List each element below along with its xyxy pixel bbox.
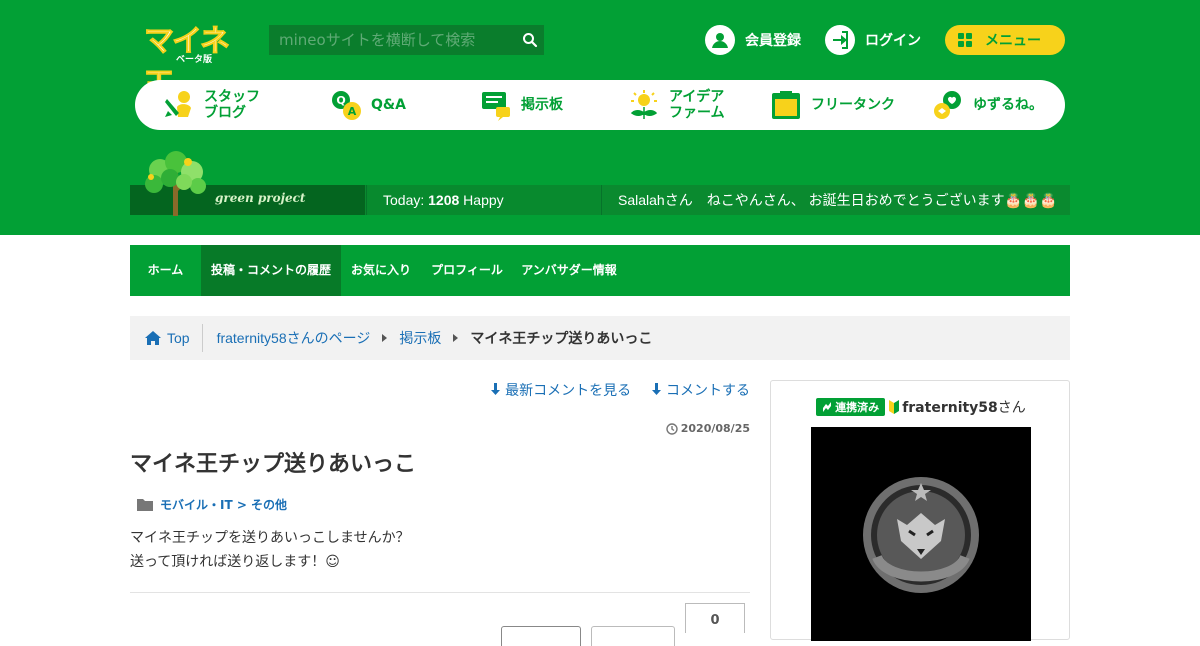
- nav-label: アイデア ファーム: [669, 89, 725, 121]
- profile-card: 連携済み fraternity58さん: [770, 380, 1071, 641]
- green-project-bar: green project Today: 1208 Happy Salalahさ…: [130, 185, 1070, 215]
- register-label: 会員登録: [745, 33, 801, 49]
- profile-subnav: ホーム 投稿・コメントの履歴 お気に入り プロフィール アンバサダー情報: [130, 245, 1070, 296]
- green-project-logo-text: green project: [215, 191, 306, 205]
- nav-label: スタッフ ブログ: [204, 89, 260, 121]
- tree-icon: [145, 151, 206, 216]
- today-count: 1208: [428, 192, 460, 208]
- clock-icon: [666, 422, 678, 435]
- beginner-mark-icon: [889, 400, 900, 414]
- nav-item-board[interactable]: 掲示板: [480, 80, 563, 130]
- login-label: ログイン: [865, 33, 921, 49]
- idea-icon: [630, 90, 658, 119]
- subnav-profile[interactable]: プロフィール: [421, 245, 513, 296]
- svg-text:A: A: [348, 105, 357, 118]
- yuzurune-icon: [934, 91, 961, 119]
- nav-label: フリータンク: [811, 97, 895, 113]
- profile-name-suffix: さん: [997, 400, 1026, 416]
- nav-label: 掲示板: [521, 97, 563, 113]
- nav-item-yuzurune[interactable]: ゆずるね。: [932, 80, 1043, 130]
- site-search: [269, 25, 544, 55]
- search-icon[interactable]: [522, 32, 538, 48]
- latest-comment-label: 最新コメントを見る: [505, 382, 632, 398]
- birthday-message: Salalahさん ねこやんさん、 お誕生日おめでとうございます🎂🎂🎂: [601, 185, 1070, 215]
- menu-label: メニュー: [985, 33, 1041, 49]
- latest-comment-link[interactable]: 最新コメントを見る: [490, 380, 631, 400]
- menu-button[interactable]: メニュー: [945, 25, 1065, 55]
- post-links: 最新コメントを見る コメントする: [490, 380, 750, 400]
- nav-item-idea-farm[interactable]: アイデア ファーム: [628, 80, 725, 130]
- arrow-down-icon: [491, 383, 501, 395]
- site-logo[interactable]: マイネ王 ベータ版: [144, 16, 242, 104]
- subnav-home[interactable]: ホーム: [130, 245, 201, 296]
- avatar[interactable]: [811, 427, 1031, 641]
- site-header: マイネ王 ベータ版 会員登録 ログイン メニュー スタッフ ブログ: [0, 0, 1200, 235]
- main-nav: スタッフ ブログ Q A Q&A 掲示板 アイデア ファーム フリータンク ゆず…: [135, 80, 1065, 130]
- nav-item-free-tank[interactable]: フリータンク: [770, 80, 895, 130]
- post-date-value: 2020/08/25: [680, 422, 750, 435]
- grid-icon: [958, 33, 972, 47]
- breadcrumb-divider: [201, 324, 203, 352]
- staff-blog-icon: [165, 91, 191, 117]
- login-button[interactable]: ログイン: [825, 25, 921, 55]
- today-suffix: Happy: [459, 192, 504, 208]
- svg-text:Q: Q: [336, 94, 345, 107]
- register-button[interactable]: 会員登録: [705, 25, 801, 55]
- login-icon: [825, 25, 855, 55]
- search-input[interactable]: [269, 25, 514, 55]
- post-body: マイネ王チップを送りあいっこしませんか？ 送って頂ければ送り返します！☺: [130, 526, 410, 574]
- profile-header: 連携済み fraternity58さん: [771, 397, 1071, 417]
- profile-name[interactable]: fraternity58さん: [902, 397, 1026, 417]
- comment-label: コメントする: [666, 382, 750, 398]
- post-divider: [130, 592, 750, 593]
- chevron-right-icon: [453, 334, 459, 342]
- subnav-favorites[interactable]: お気に入り: [341, 245, 421, 296]
- post-title: マイネ王チップ送りあいっこ: [130, 452, 417, 477]
- subnav-history[interactable]: 投稿・コメントの履歴: [201, 245, 341, 296]
- reaction-count: 0: [685, 603, 745, 633]
- post-category[interactable]: モバイル・IT > その他: [137, 496, 287, 513]
- nav-label: ゆずるね。: [973, 97, 1043, 113]
- breadcrumb: Top fraternity58さんのページ 掲示板 マイネ王チップ送りあいっこ: [130, 316, 1070, 360]
- qa-icon: Q A: [332, 91, 361, 120]
- breadcrumb-board[interactable]: 掲示板: [399, 328, 441, 348]
- nav-item-staff-blog[interactable]: スタッフ ブログ: [163, 80, 260, 130]
- breadcrumb-current: マイネ王チップ送りあいっこ: [470, 330, 653, 346]
- nav-label: Q&A: [371, 97, 406, 113]
- user-icon: [705, 25, 735, 55]
- logo-subtitle: ベータ版: [176, 55, 213, 65]
- arrow-down-icon: [652, 383, 662, 395]
- board-icon: [482, 92, 510, 121]
- profile-username: fraternity58: [902, 400, 998, 416]
- post-body-line: 送って頂ければ送り返します！☺: [130, 554, 340, 570]
- comment-link[interactable]: コメントする: [651, 380, 750, 400]
- link-icon: [823, 402, 832, 412]
- subnav-ambassador[interactable]: アンバサダー情報: [513, 245, 625, 296]
- nav-item-qa[interactable]: Q A Q&A: [330, 80, 406, 130]
- home-icon[interactable]: [145, 330, 161, 346]
- breadcrumb-top[interactable]: Top: [167, 330, 190, 346]
- post-date: 2020/08/25: [666, 422, 750, 435]
- chevron-right-icon: [382, 334, 388, 342]
- today-prefix: Today:: [383, 192, 429, 208]
- today-happy-count: Today: 1208 Happy: [366, 185, 600, 215]
- tank-icon: [772, 91, 800, 119]
- reaction-button[interactable]: [501, 626, 581, 646]
- linked-badge: 連携済み: [816, 398, 886, 416]
- share-button[interactable]: [591, 626, 675, 646]
- linked-badge-label: 連携済み: [835, 401, 880, 414]
- breadcrumb-user-page[interactable]: fraternity58さんのページ: [217, 328, 371, 348]
- folder-icon: [137, 499, 153, 511]
- post-category-label: モバイル・IT > その他: [160, 498, 288, 512]
- post-body-line: マイネ王チップを送りあいっこしませんか？: [130, 530, 410, 546]
